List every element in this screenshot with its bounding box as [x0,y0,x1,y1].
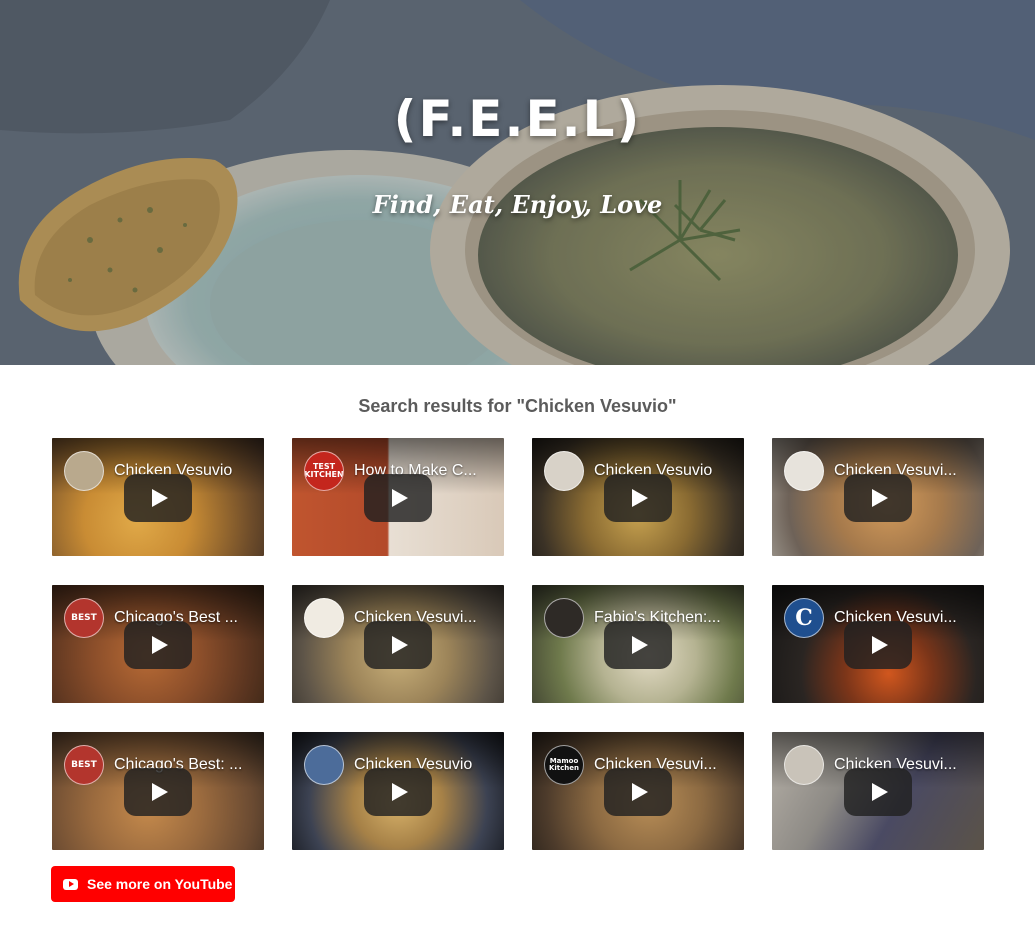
chicagos-best-logo-icon: BEST [64,745,104,785]
channel-avatar-icon [64,451,104,491]
play-button-icon[interactable] [124,768,192,816]
test-kitchen-logo-icon: TEST KITCHEN [304,451,344,491]
play-button-icon[interactable] [364,474,432,522]
play-button-icon[interactable] [604,474,672,522]
chicago-tribune-logo-icon: C [784,598,824,638]
video-card[interactable]: BEST Chicago's Best: ... [52,732,264,850]
play-button-icon[interactable] [124,474,192,522]
video-card[interactable]: Mamoo Kitchen Chicken Vesuvi... [532,732,744,850]
video-card[interactable]: BEST Chicago's Best ... [52,585,264,703]
search-results-heading: Search results for "Chicken Vesuvio" [358,396,677,416]
channel-avatar-icon [784,745,824,785]
mamoo-kitchen-logo-icon: Mamoo Kitchen [544,745,584,785]
video-card[interactable]: Chicken Vesuvi... [292,585,504,703]
play-button-icon[interactable] [364,768,432,816]
play-button-icon[interactable] [124,621,192,669]
see-more-on-youtube-button[interactable]: See more on YouTube [51,866,235,902]
play-button-icon[interactable] [604,621,672,669]
hero-food-image [0,0,1035,365]
see-more-label: See more on YouTube [87,876,233,892]
play-button-icon[interactable] [844,768,912,816]
hero-banner: (F.E.E.L) Find, Eat, Enjoy, Love [0,0,1035,365]
play-button-icon[interactable] [364,621,432,669]
channel-avatar-icon [784,451,824,491]
site-title: (F.E.E.L) [393,90,642,148]
video-card[interactable]: Chicken Vesuvi... [772,438,984,556]
video-results-grid: Chicken Vesuvio TEST KITCHEN How to Make… [52,438,984,850]
play-button-icon[interactable] [844,621,912,669]
video-card[interactable]: Chicken Vesuvio [532,438,744,556]
video-card[interactable]: Fabio's Kitchen:... [532,585,744,703]
site-tagline: Find, Eat, Enjoy, Love [372,190,663,219]
play-button-icon[interactable] [844,474,912,522]
youtube-icon [63,878,78,890]
channel-avatar-icon [544,598,584,638]
channel-avatar-icon [304,598,344,638]
channel-avatar-icon [544,451,584,491]
video-card[interactable]: Chicken Vesuvio [52,438,264,556]
video-card[interactable]: Chicken Vesuvi... [772,732,984,850]
channel-avatar-icon [304,745,344,785]
play-button-icon[interactable] [604,768,672,816]
video-card[interactable]: Chicken Vesuvio [292,732,504,850]
chicagos-best-logo-icon: BEST [64,598,104,638]
video-card[interactable]: C Chicken Vesuvi... [772,585,984,703]
video-card[interactable]: TEST KITCHEN How to Make C... [292,438,504,556]
